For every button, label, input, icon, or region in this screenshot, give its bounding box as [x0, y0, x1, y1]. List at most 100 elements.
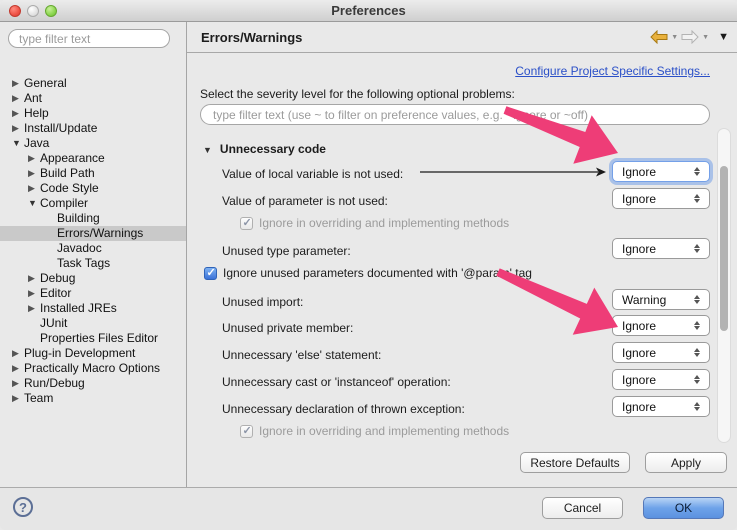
checkbox-row-ignore-param-tag: Ignore unused parameters documented with…	[204, 266, 532, 280]
sidebar-item-plug-in-development[interactable]: Plug-in Development	[0, 346, 186, 361]
sidebar-item-errors-warnings[interactable]: Errors/Warnings	[0, 226, 186, 241]
sidebar-item-installed-jres[interactable]: Installed JREs	[0, 301, 186, 316]
sidebar-item-general[interactable]: General	[0, 76, 186, 91]
selected-option: Ignore	[613, 400, 689, 414]
stepper-arrows-icon	[689, 244, 705, 253]
disclosure-triangle-icon[interactable]	[28, 166, 40, 181]
disclosure-triangle-icon[interactable]	[12, 121, 24, 136]
setting-label-local-variable: Value of local variable is not used:	[222, 167, 403, 181]
severity-instruction-label: Select the severity level for the follow…	[200, 87, 515, 101]
scrollbar-thumb[interactable]	[720, 166, 728, 331]
setting-label-unnecessary-cast: Unnecessary cast or 'instanceof' operati…	[222, 375, 451, 389]
stepper-arrows-icon	[689, 375, 705, 384]
page-title: Errors/Warnings	[201, 30, 302, 45]
severity-select-thrown-exception[interactable]: Ignore	[612, 396, 710, 417]
forward-history-dropdown-icon[interactable]: ▼	[702, 34, 709, 41]
disclosure-triangle-icon[interactable]	[28, 151, 40, 166]
sidebar-item-editor[interactable]: Editor	[0, 286, 186, 301]
severity-select-unnecessary-else[interactable]: Ignore	[612, 342, 710, 363]
page-header: Errors/Warnings ▼ ▼ ▼	[187, 22, 737, 53]
back-history-dropdown-icon[interactable]: ▼	[671, 34, 678, 41]
sidebar-item-appearance[interactable]: Appearance	[0, 151, 186, 166]
checkbox-ignore-overriding-1[interactable]	[240, 217, 253, 230]
sidebar-item-run-debug[interactable]: Run/Debug	[0, 376, 186, 391]
disclosure-triangle-icon[interactable]	[12, 361, 24, 376]
severity-select-local-variable[interactable]: Ignore	[612, 161, 710, 182]
disclosure-triangle-icon[interactable]	[12, 91, 24, 106]
selected-option: Ignore	[613, 319, 689, 333]
sidebar-item-task-tags[interactable]: Task Tags	[0, 256, 186, 271]
setting-label-unused-import: Unused import:	[222, 295, 303, 309]
apply-button[interactable]: Apply	[645, 452, 727, 473]
sidebar-item-junit[interactable]: JUnit	[0, 316, 186, 331]
setting-label-unused-private-member: Unused private member:	[222, 321, 353, 335]
sidebar-filter-input[interactable]	[8, 29, 170, 48]
sidebar-item-build-path[interactable]: Build Path	[0, 166, 186, 181]
severity-select-unused-import[interactable]: Warning	[612, 289, 710, 310]
preferences-dialog: Preferences General Ant Help Install/Upd…	[0, 0, 737, 530]
sidebar-item-properties-files-editor[interactable]: Properties Files Editor	[0, 331, 186, 346]
selected-option: Ignore	[613, 165, 689, 179]
content-scrollbar[interactable]	[717, 128, 731, 443]
sidebar-item-debug[interactable]: Debug	[0, 271, 186, 286]
sidebar-item-javadoc[interactable]: Javadoc	[0, 241, 186, 256]
disclosure-triangle-icon[interactable]	[12, 136, 24, 151]
configure-project-specific-settings-link[interactable]: Configure Project Specific Settings...	[515, 64, 710, 78]
checkbox-ignore-overriding-2[interactable]	[240, 425, 253, 438]
selected-option: Ignore	[613, 373, 689, 387]
severity-select-unused-type-parameter[interactable]: Ignore	[612, 238, 710, 259]
cancel-button[interactable]: Cancel	[542, 497, 623, 519]
problems-filter-input[interactable]	[200, 104, 710, 125]
view-menu-icon[interactable]: ▼	[718, 31, 729, 43]
restore-defaults-button[interactable]: Restore Defaults	[520, 452, 630, 473]
sidebar-item-help[interactable]: Help	[0, 106, 186, 121]
disclosure-triangle-icon[interactable]	[12, 376, 24, 391]
disclosure-triangle-icon[interactable]	[28, 286, 40, 301]
stepper-arrows-icon	[689, 167, 705, 176]
back-arrow-icon[interactable]	[650, 30, 668, 44]
sidebar-item-building[interactable]: Building	[0, 211, 186, 226]
disclosure-triangle-icon[interactable]	[28, 301, 40, 316]
disclosure-triangle-icon[interactable]	[28, 271, 40, 286]
stepper-arrows-icon	[689, 402, 705, 411]
stepper-arrows-icon	[689, 295, 705, 304]
help-button[interactable]: ?	[13, 497, 33, 517]
sidebar-item-compiler[interactable]: Compiler	[0, 196, 186, 211]
selected-option: Ignore	[613, 192, 689, 206]
severity-select-unnecessary-cast[interactable]: Ignore	[612, 369, 710, 390]
stepper-arrows-icon	[689, 321, 705, 330]
preferences-sidebar: General Ant Help Install/Update Java App…	[0, 22, 186, 487]
disclosure-triangle-icon[interactable]	[28, 196, 40, 211]
checkbox-row-ignore-overriding-2: Ignore in overriding and implementing me…	[240, 424, 509, 438]
forward-arrow-icon[interactable]	[681, 30, 699, 44]
setting-label-parameter: Value of parameter is not used:	[222, 194, 388, 208]
disclosure-triangle-icon[interactable]	[12, 76, 24, 91]
selected-option: Ignore	[613, 346, 689, 360]
severity-select-unused-private-member[interactable]: Ignore	[612, 315, 710, 336]
disclosure-triangle-icon[interactable]	[12, 106, 24, 121]
sidebar-item-practically-macro-options[interactable]: Practically Macro Options	[0, 361, 186, 376]
checkbox-ignore-param-tag[interactable]	[204, 267, 217, 280]
ok-button[interactable]: OK	[643, 497, 724, 519]
window-title: Preferences	[0, 3, 737, 18]
errors-warnings-panel: Configure Project Specific Settings... S…	[187, 54, 737, 487]
setting-label-unnecessary-else: Unnecessary 'else' statement:	[222, 348, 381, 362]
checkbox-row-ignore-overriding-1: Ignore in overriding and implementing me…	[240, 216, 509, 230]
sidebar-item-java[interactable]: Java	[0, 136, 186, 151]
setting-label-thrown-exception: Unnecessary declaration of thrown except…	[222, 402, 465, 416]
setting-label-unused-type-parameter: Unused type parameter:	[222, 244, 351, 258]
sidebar-item-code-style[interactable]: Code Style	[0, 181, 186, 196]
sidebar-item-team[interactable]: Team	[0, 391, 186, 406]
severity-select-parameter[interactable]: Ignore	[612, 188, 710, 209]
selected-option: Ignore	[613, 242, 689, 256]
sidebar-item-install-update[interactable]: Install/Update	[0, 121, 186, 136]
selected-option: Warning	[613, 293, 689, 307]
section-unnecessary-code[interactable]: ▼Unnecessary code	[203, 142, 326, 156]
disclosure-triangle-icon[interactable]	[12, 391, 24, 406]
stepper-arrows-icon	[689, 348, 705, 357]
sidebar-item-ant[interactable]: Ant	[0, 91, 186, 106]
disclosure-triangle-icon[interactable]	[12, 346, 24, 361]
title-bar: Preferences	[0, 0, 737, 22]
section-collapse-icon[interactable]: ▼	[203, 145, 212, 155]
disclosure-triangle-icon[interactable]	[28, 181, 40, 196]
